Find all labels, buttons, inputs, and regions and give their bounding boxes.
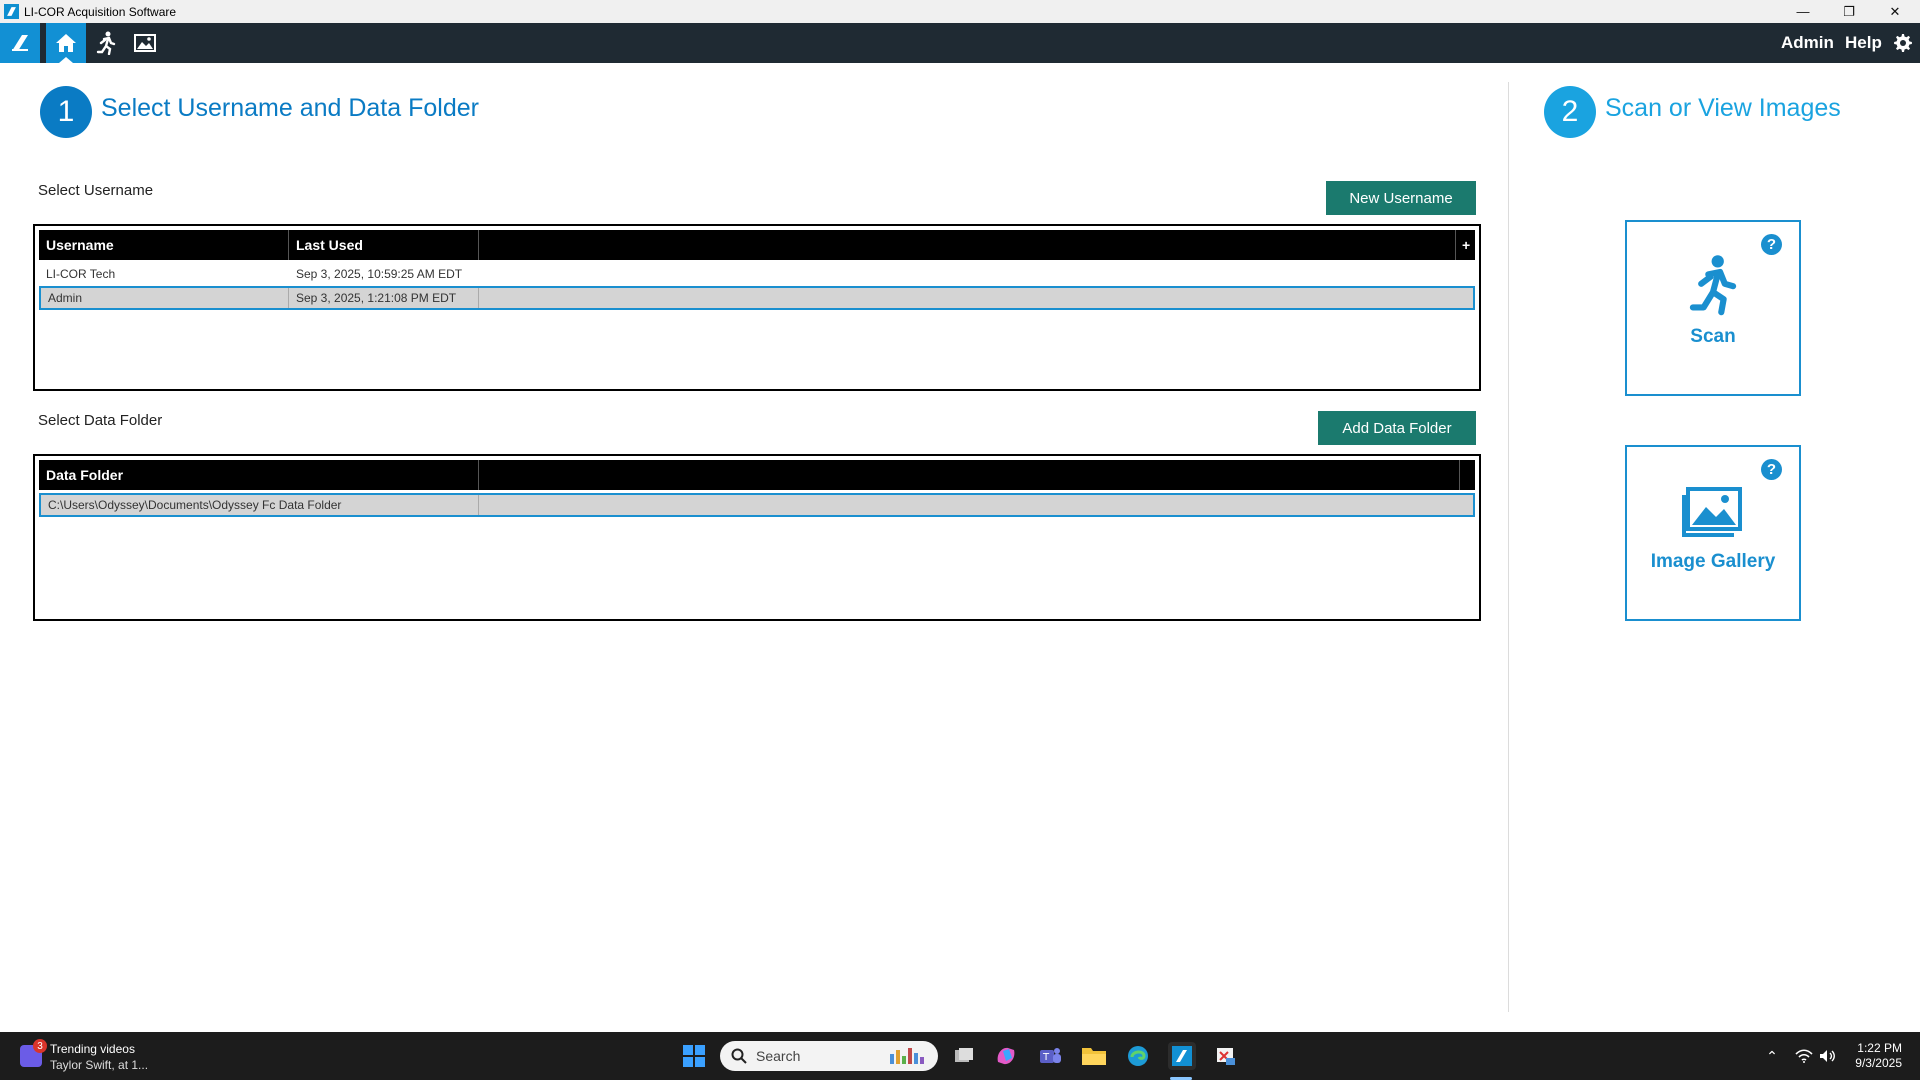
step-2-badge: 2 bbox=[1544, 86, 1596, 138]
username-cell: LI-COR Tech bbox=[46, 267, 116, 281]
header-spacer bbox=[1459, 460, 1475, 490]
licor-app-icon bbox=[4, 4, 19, 19]
image-gallery-card[interactable]: ? Image Gallery bbox=[1625, 445, 1801, 621]
table-row-selected[interactable]: C:\Users\Odyssey\Documents\Odyssey Fc Da… bbox=[39, 493, 1475, 517]
app-toolbar: Admin Help bbox=[0, 23, 1920, 63]
tray-overflow-chevron-icon[interactable]: ⌃ bbox=[1758, 1042, 1786, 1070]
step-2-title: Scan or View Images bbox=[1605, 94, 1841, 122]
last-used-cell: Sep 3, 2025, 1:21:08 PM EDT bbox=[289, 288, 479, 308]
news-widget-subtitle[interactable]: Taylor Swift, at 1... bbox=[50, 1058, 148, 1072]
close-button[interactable]: ✕ bbox=[1872, 0, 1918, 23]
home-icon[interactable] bbox=[46, 23, 86, 63]
add-data-folder-button[interactable]: Add Data Folder bbox=[1318, 411, 1476, 445]
column-header-data-folder[interactable]: Data Folder bbox=[39, 460, 479, 490]
table-row-selected[interactable]: Admin Sep 3, 2025, 1:21:08 PM EDT bbox=[39, 286, 1475, 310]
gallery-help-icon[interactable]: ? bbox=[1761, 459, 1782, 480]
select-username-label: Select Username bbox=[38, 182, 154, 199]
step-1-badge: 1 bbox=[40, 86, 92, 138]
data-folder-path-cell: C:\Users\Odyssey\Documents\Odyssey Fc Da… bbox=[41, 495, 479, 515]
step-1-title: Select Username and Data Folder bbox=[101, 94, 479, 122]
file-explorer-icon[interactable] bbox=[1080, 1042, 1108, 1070]
username-table: Username Last Used + LI-COR Tech Sep 3, … bbox=[33, 224, 1481, 391]
last-used-cell: Sep 3, 2025, 10:59:25 AM EDT bbox=[296, 267, 463, 281]
select-data-folder-label: Select Data Folder bbox=[38, 412, 163, 429]
window-title: LI-COR Acquisition Software bbox=[24, 4, 177, 19]
search-icon bbox=[731, 1048, 747, 1064]
maximize-button[interactable]: ❐ bbox=[1826, 0, 1872, 23]
clock-date: 9/3/2025 bbox=[1855, 1056, 1902, 1070]
image-icon bbox=[1627, 485, 1799, 539]
running-person-icon[interactable] bbox=[86, 23, 126, 63]
news-badge: 3 bbox=[33, 1039, 47, 1053]
image-icon[interactable] bbox=[125, 23, 165, 63]
edge-browser-icon[interactable] bbox=[1124, 1042, 1152, 1070]
column-header-last-used[interactable]: Last Used bbox=[289, 230, 479, 260]
system-clock[interactable]: 1:22 PM 9/3/2025 bbox=[1855, 1041, 1902, 1071]
windows-start-icon[interactable] bbox=[680, 1042, 708, 1070]
windows-taskbar: 3 Trending videos Taylor Swift, at 1... … bbox=[0, 1032, 1920, 1080]
scan-card[interactable]: ? Scan bbox=[1625, 220, 1801, 396]
licor-taskbar-icon[interactable] bbox=[1168, 1042, 1196, 1070]
svg-text:T: T bbox=[1042, 1052, 1050, 1063]
help-menu[interactable]: Help bbox=[1845, 23, 1882, 63]
new-username-button[interactable]: New Username bbox=[1326, 181, 1476, 215]
volume-icon[interactable] bbox=[1814, 1042, 1842, 1070]
licor-logo-icon[interactable] bbox=[0, 23, 40, 63]
add-column-button[interactable]: + bbox=[1455, 230, 1475, 260]
gear-icon[interactable] bbox=[1886, 23, 1920, 63]
window-titlebar: LI-COR Acquisition Software — ❐ ✕ bbox=[0, 0, 1920, 23]
username-table-header: Username Last Used + bbox=[39, 230, 1475, 260]
scan-help-icon[interactable]: ? bbox=[1761, 234, 1782, 255]
running-person-icon bbox=[1627, 254, 1799, 316]
username-cell: Admin bbox=[41, 288, 289, 308]
column-header-username[interactable]: Username bbox=[39, 230, 289, 260]
admin-menu[interactable]: Admin bbox=[1781, 23, 1834, 63]
taskbar-search[interactable]: Search bbox=[720, 1041, 938, 1071]
task-view-icon[interactable] bbox=[950, 1042, 978, 1070]
image-gallery-card-label: Image Gallery bbox=[1650, 551, 1776, 572]
clock-time: 1:22 PM bbox=[1857, 1041, 1902, 1055]
section-divider bbox=[1508, 82, 1509, 1012]
scan-card-label: Scan bbox=[1690, 326, 1736, 347]
minimize-button[interactable]: — bbox=[1780, 0, 1826, 23]
search-placeholder: Search bbox=[756, 1048, 801, 1064]
table-row[interactable]: LI-COR Tech Sep 3, 2025, 10:59:25 AM EDT bbox=[39, 262, 1475, 286]
data-folder-table: Data Folder C:\Users\Odyssey\Documents\O… bbox=[33, 454, 1481, 621]
teams-icon[interactable]: T bbox=[1036, 1042, 1064, 1070]
copilot-icon[interactable] bbox=[992, 1042, 1020, 1070]
search-highlight-icon bbox=[890, 1048, 924, 1064]
news-widget-title[interactable]: Trending videos bbox=[50, 1042, 135, 1056]
data-folder-table-header: Data Folder bbox=[39, 460, 1475, 490]
snipping-tool-icon[interactable] bbox=[1212, 1042, 1240, 1070]
